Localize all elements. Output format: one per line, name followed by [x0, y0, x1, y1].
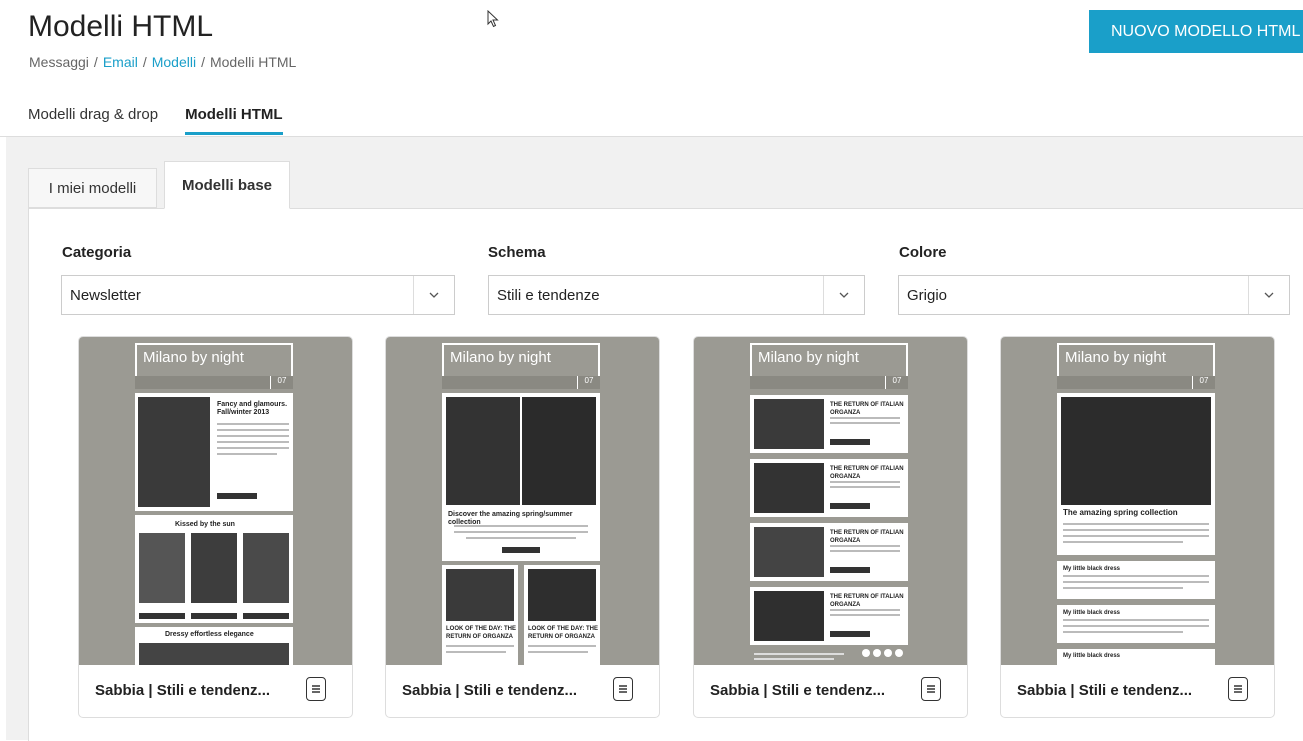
preview-item-heading: THE RETURN OF ITALIAN ORGANZA — [830, 402, 904, 416]
chevron-down-icon — [823, 276, 864, 314]
preview-heading: Fancy and glamours. Fall/winter 2013 — [217, 401, 288, 416]
preview-title: Milano by night — [758, 349, 859, 366]
template-preview[interactable]: Milano by night 07 THE RETURN OF ITALIAN… — [694, 337, 967, 665]
breadcrumb-email[interactable]: Email — [103, 54, 138, 70]
breadcrumb-messaggi: Messaggi — [29, 54, 89, 70]
new-html-template-button[interactable]: NUOVO MODELLO HTML — [1089, 10, 1303, 53]
card-footer: Sabbia | Stili e tendenz... — [79, 665, 352, 717]
card-footer: Sabbia | Stili e tendenz... — [694, 665, 967, 717]
preview-item-heading: THE RETURN OF ITALIAN ORGANZA — [830, 530, 904, 544]
template-card[interactable]: Milano by night 07 THE RETURN OF ITALIAN… — [693, 336, 968, 718]
tab-base-templates[interactable]: Modelli base — [164, 161, 290, 209]
preview-item-heading: THE RETURN OF ITALIAN ORGANZA — [830, 594, 904, 608]
preview-number: 07 — [885, 376, 908, 389]
preview-title: Milano by night — [450, 349, 551, 366]
color-value: Grigio — [907, 286, 948, 304]
preview-column-heading: LOOK OF THE DAY: THE RETURN OF ORGANZA — [528, 626, 599, 640]
preview-section-2: Dressy effortless elegance — [165, 631, 254, 638]
template-preview[interactable]: Milano by night 07 The amazing spring co… — [1001, 337, 1274, 665]
card-footer: Sabbia | Stili e tendenz... — [1001, 665, 1274, 717]
preview-title: Milano by night — [1065, 349, 1166, 366]
page-title: Modelli HTML — [28, 10, 214, 43]
preview-column-heading: LOOK OF THE DAY: THE RETURN OF ORGANZA — [446, 626, 517, 640]
menu-icon[interactable] — [306, 677, 326, 701]
color-select[interactable]: Grigio — [898, 275, 1290, 315]
template-name[interactable]: Sabbia | Stili e tendenz... — [1017, 682, 1192, 699]
card-footer: Sabbia | Stili e tendenz... — [386, 665, 659, 717]
menu-icon[interactable] — [1228, 677, 1248, 701]
color-label: Colore — [899, 244, 947, 261]
template-preview[interactable]: Milano by night 07 Fancy and glamours. F… — [79, 337, 352, 665]
tab-drag-drop-templates[interactable]: Modelli drag & drop — [28, 106, 158, 135]
chevron-down-icon — [1248, 276, 1289, 314]
template-card[interactable]: Milano by night 07 Discover the amazing … — [385, 336, 660, 718]
template-card[interactable]: Milano by night 07 Fancy and glamours. F… — [78, 336, 353, 718]
template-name[interactable]: Sabbia | Stili e tendenz... — [710, 682, 885, 699]
mouse-cursor-icon — [487, 10, 499, 28]
schema-label: Schema — [488, 244, 546, 261]
tab-html-templates[interactable]: Modelli HTML — [185, 106, 283, 135]
preview-item-heading: My little black dress — [1063, 610, 1121, 616]
category-label: Categoria — [62, 244, 132, 261]
preview-item-heading: My little black dress — [1063, 566, 1121, 572]
menu-icon[interactable] — [921, 677, 941, 701]
menu-icon[interactable] — [613, 677, 633, 701]
category-value: Newsletter — [70, 286, 141, 304]
preview-item-heading: THE RETURN OF ITALIAN ORGANZA — [830, 466, 904, 480]
breadcrumb-modelli[interactable]: Modelli — [152, 54, 196, 70]
preview-section: Kissed by the sun — [175, 521, 235, 528]
preview-number: 07 — [1192, 376, 1215, 389]
template-name[interactable]: Sabbia | Stili e tendenz... — [95, 682, 270, 699]
preview-title: Milano by night — [143, 349, 244, 366]
schema-select[interactable]: Stili e tendenze — [488, 275, 865, 315]
top-tabs: Modelli drag & drop Modelli HTML — [28, 106, 283, 135]
preview-item-heading: My little black dress — [1063, 653, 1121, 659]
breadcrumb-current: Modelli HTML — [209, 54, 297, 70]
chevron-down-icon — [413, 276, 454, 314]
breadcrumb: Messaggi / Email / Modelli / Modelli HTML — [29, 54, 297, 70]
preview-heading: The amazing spring collection — [1063, 508, 1178, 517]
tab-my-templates[interactable]: I miei modelli — [28, 168, 157, 208]
category-select[interactable]: Newsletter — [61, 275, 455, 315]
template-card[interactable]: Milano by night 07 The amazing spring co… — [1000, 336, 1275, 718]
template-preview[interactable]: Milano by night 07 Discover the amazing … — [386, 337, 659, 665]
schema-value: Stili e tendenze — [497, 286, 600, 304]
preview-number: 07 — [270, 376, 293, 389]
preview-number: 07 — [577, 376, 600, 389]
template-name[interactable]: Sabbia | Stili e tendenz... — [402, 682, 577, 699]
